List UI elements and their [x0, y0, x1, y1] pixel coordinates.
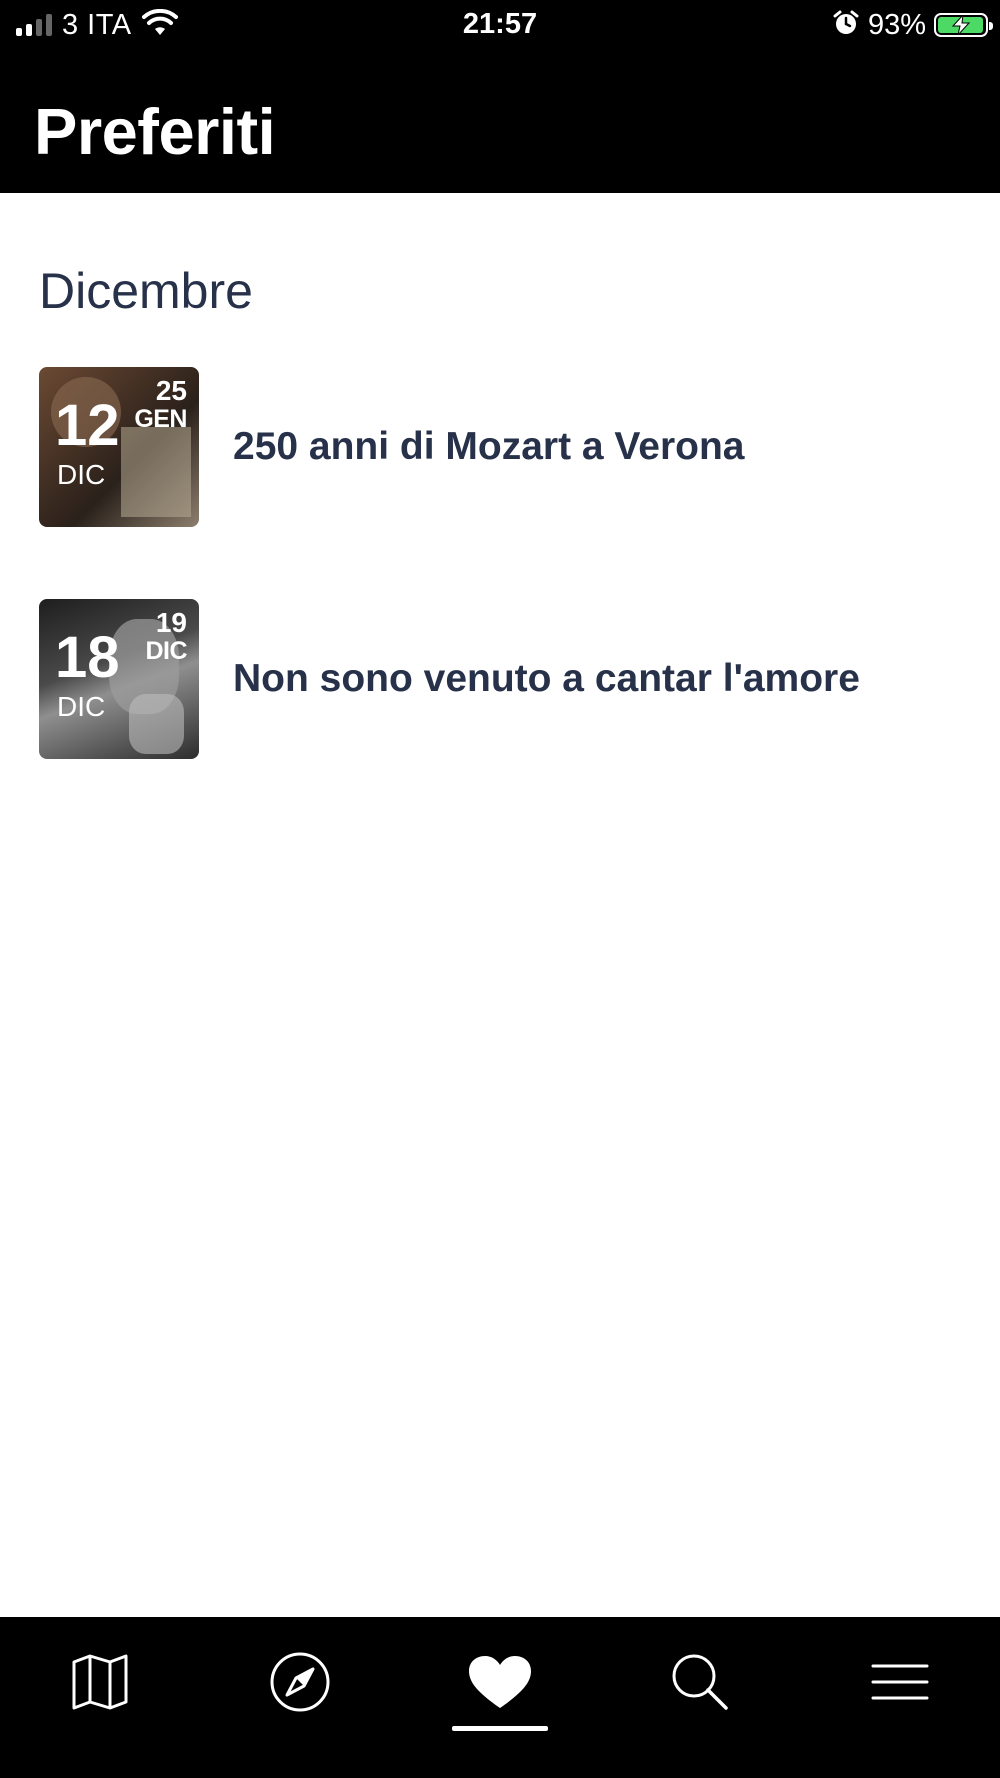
- battery-icon: [934, 13, 993, 37]
- event-title: 250 anni di Mozart a Verona: [233, 425, 745, 468]
- event-start-day: 18: [55, 625, 120, 690]
- event-list-item[interactable]: 18 DIC 19 DIC Non sono venuto a cantar l…: [39, 599, 969, 759]
- section-title-month: Dicembre: [39, 263, 253, 319]
- battery-percentage: 93%: [867, 8, 926, 41]
- tab-search[interactable]: [600, 1617, 800, 1747]
- event-start-day: 12: [55, 393, 120, 458]
- search-icon: [672, 1654, 728, 1710]
- app-header: Preferiti: [0, 50, 1000, 193]
- charging-bolt-icon: [951, 15, 971, 35]
- event-start-month: DIC: [57, 459, 106, 490]
- tab-map[interactable]: [0, 1617, 200, 1747]
- tab-explore[interactable]: [200, 1617, 400, 1747]
- event-title: Non sono venuto a cantar l'amore: [233, 657, 860, 700]
- event-end-month: GEN: [134, 405, 187, 433]
- event-end-day: 19: [155, 607, 187, 638]
- alarm-icon: [832, 9, 860, 42]
- active-tab-indicator: [452, 1726, 548, 1731]
- heart-icon: [469, 1656, 531, 1708]
- status-bar: 3 ITA 21:57 93%: [0, 0, 1000, 50]
- tab-menu[interactable]: [800, 1617, 1000, 1747]
- page-title: Preferiti: [34, 95, 276, 168]
- event-end-day: 25: [155, 375, 187, 406]
- event-list-item[interactable]: 12 DIC 25 GEN 250 anni di Mozart a Veron…: [39, 367, 969, 527]
- event-thumbnail: 12 DIC 25 GEN: [39, 367, 199, 527]
- map-icon: [72, 1654, 128, 1710]
- event-start-month: DIC: [57, 691, 106, 722]
- status-bar-right: 93%: [832, 8, 993, 42]
- tab-bar: [0, 1617, 1000, 1778]
- compass-icon: [270, 1652, 330, 1712]
- event-end-month: DIC: [145, 637, 187, 665]
- menu-icon: [871, 1664, 929, 1700]
- event-thumbnail: 18 DIC 19 DIC: [39, 599, 199, 759]
